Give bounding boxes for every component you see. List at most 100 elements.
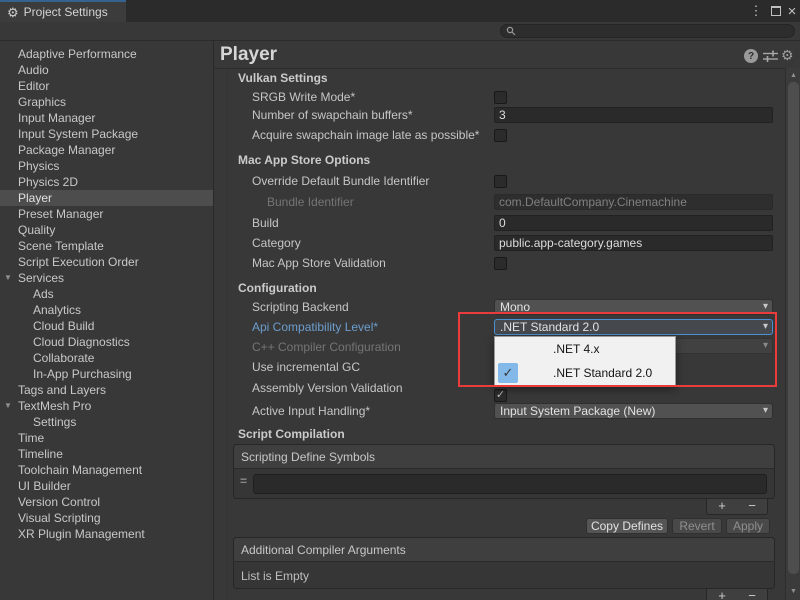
api-compatibility-label: Api Compatibility Level* [252, 319, 378, 335]
sidebar-item-collaborate[interactable]: Collaborate [0, 350, 213, 366]
content-divider [227, 69, 228, 600]
add-define-button[interactable]: + [707, 499, 737, 514]
item-label: Tags and Layers [18, 383, 106, 397]
sidebar-item-physics-2d[interactable]: Physics 2D [0, 174, 213, 190]
sidebar-item-tags-and-layers[interactable]: Tags and Layers [0, 382, 213, 398]
scrollbar-thumb[interactable] [788, 82, 799, 574]
cpp-compiler-label: C++ Compiler Configuration [252, 339, 401, 355]
sidebar-item-in-app-purchasing[interactable]: In-App Purchasing [0, 366, 213, 382]
swapchain-buffers-field[interactable]: 3 [494, 107, 773, 123]
active-input-handling-value: Input System Package (New) [500, 404, 655, 418]
swapchain-buffers-label: Number of swapchain buffers* [252, 107, 413, 123]
api-compatibility-dropdown[interactable]: .NET Standard 2.0 ▾ [494, 319, 773, 335]
sidebar-item-time[interactable]: Time [0, 430, 213, 446]
popup-option-net-standard-20[interactable]: ✓ .NET Standard 2.0 [495, 361, 675, 385]
window-maximize-button[interactable] [768, 0, 784, 22]
sidebar-item-timeline[interactable]: Timeline [0, 446, 213, 462]
apply-button[interactable]: Apply [726, 518, 770, 534]
active-input-handling-dropdown[interactable]: Input System Package (New) ▾ [494, 403, 773, 419]
assembly-version-validation-checkbox[interactable]: ✓ [494, 389, 507, 402]
mac-app-store-header: Mac App Store Options [238, 152, 370, 168]
sidebar-item-graphics[interactable]: Graphics [0, 94, 213, 110]
item-label: Analytics [33, 303, 81, 317]
override-bundle-identifier-checkbox[interactable] [494, 175, 507, 188]
scripting-backend-dropdown[interactable]: Mono ▾ [494, 299, 773, 315]
sidebar-item-script-execution-order[interactable]: Script Execution Order [0, 254, 213, 270]
item-label: XR Plugin Management [18, 527, 145, 541]
additional-arguments-footer: + − [706, 589, 768, 600]
search-box[interactable] [500, 24, 795, 38]
scroll-up-button[interactable]: ▲ [786, 70, 800, 82]
build-field[interactable]: 0 [494, 215, 773, 231]
sidebar-item-editor[interactable]: Editor [0, 78, 213, 94]
define-symbols-title: Scripting Define Symbols [234, 445, 774, 469]
drag-handle-icon[interactable]: = [240, 474, 247, 488]
scrollbar[interactable]: ▲ ▼ [785, 68, 800, 600]
settings-search-input[interactable] [519, 25, 779, 37]
copy-defines-button[interactable]: Copy Defines [586, 518, 668, 534]
preset-sliders-icon [763, 50, 778, 62]
scripting-backend-value: Mono [500, 300, 530, 314]
item-label: Settings [33, 415, 76, 429]
remove-argument-button[interactable]: − [737, 589, 767, 600]
popup-option-net-4x[interactable]: .NET 4.x [495, 337, 675, 361]
sidebar-item-physics[interactable]: Physics [0, 158, 213, 174]
sidebar-item-audio[interactable]: Audio [0, 62, 213, 78]
additional-arguments-title: Additional Compiler Arguments [234, 538, 774, 562]
sidebar-item-scene-template[interactable]: Scene Template [0, 238, 213, 254]
title-bar: ⚙ Project Settings ⋮ × [0, 0, 800, 22]
sidebar-item-quality[interactable]: Quality [0, 222, 213, 238]
incremental-gc-label: Use incremental GC [252, 359, 360, 375]
additional-compiler-arguments-box: Additional Compiler Arguments List is Em… [233, 537, 775, 589]
active-input-handling-label: Active Input Handling* [252, 403, 370, 419]
sidebar-item-version-control[interactable]: Version Control [0, 494, 213, 510]
sidebar-item-adaptive-performance[interactable]: Adaptive Performance [0, 46, 213, 62]
sidebar-item-ads[interactable]: Ads [0, 286, 213, 302]
sidebar-item-analytics[interactable]: Analytics [0, 302, 213, 318]
settings-category-list: Adaptive Performance Audio Editor Graphi… [0, 41, 214, 600]
add-argument-button[interactable]: + [707, 589, 737, 600]
search-icon [506, 26, 516, 36]
sidebar-item-input-manager[interactable]: Input Manager [0, 110, 213, 126]
sidebar-item-cloud-build[interactable]: Cloud Build [0, 318, 213, 334]
sidebar-item-package-manager[interactable]: Package Manager [0, 142, 213, 158]
sidebar-item-textmesh-pro[interactable]: ▼ TextMesh Pro [0, 398, 213, 414]
configuration-header: Configuration [238, 280, 317, 296]
sidebar-item-tmp-settings[interactable]: Settings [0, 414, 213, 430]
sidebar-item-preset-manager[interactable]: Preset Manager [0, 206, 213, 222]
sidebar-item-input-system-package[interactable]: Input System Package [0, 126, 213, 142]
srgb-write-mode-label: SRGB Write Mode* [252, 89, 355, 105]
srgb-write-mode-checkbox[interactable] [494, 91, 507, 104]
item-label: Physics 2D [18, 175, 78, 189]
preset-icon[interactable] [763, 50, 778, 62]
window-menu-button[interactable]: ⋮ [748, 0, 764, 22]
panel-gear-icon[interactable]: ⚙ [781, 47, 794, 64]
sidebar-item-xr-plugin-management[interactable]: XR Plugin Management [0, 526, 213, 542]
acquire-swapchain-checkbox[interactable] [494, 129, 507, 142]
sidebar-item-ui-builder[interactable]: UI Builder [0, 478, 213, 494]
revert-button[interactable]: Revert [672, 518, 722, 534]
sidebar-item-services[interactable]: ▼Services [0, 270, 213, 286]
sidebar-item-visual-scripting[interactable]: Visual Scripting [0, 510, 213, 526]
foldout-expanded-icon[interactable]: ▼ [4, 398, 12, 414]
assembly-version-validation-label: Assembly Version Validation [252, 380, 403, 396]
project-settings-window: ⚙ Project Settings ⋮ × Adaptive Performa… [0, 0, 800, 600]
maximize-icon [771, 6, 781, 16]
define-symbols-field[interactable] [253, 474, 767, 494]
window-close-button[interactable]: × [784, 0, 800, 22]
item-label: Adaptive Performance [18, 47, 137, 61]
item-label: Cloud Diagnostics [33, 335, 130, 349]
remove-define-button[interactable]: − [737, 499, 767, 514]
scripting-backend-label: Scripting Backend [252, 299, 349, 315]
scroll-down-button[interactable]: ▼ [786, 586, 800, 598]
project-settings-tab[interactable]: ⚙ Project Settings [0, 0, 126, 22]
mac-app-store-validation-checkbox[interactable] [494, 257, 507, 270]
help-icon[interactable]: ? [744, 49, 758, 63]
item-label: TextMesh Pro [18, 399, 91, 413]
sidebar-item-cloud-diagnostics[interactable]: Cloud Diagnostics [0, 334, 213, 350]
category-field[interactable]: public.app-category.games [494, 235, 773, 251]
sidebar-item-toolchain-management[interactable]: Toolchain Management [0, 462, 213, 478]
foldout-expanded-icon[interactable]: ▼ [4, 270, 12, 286]
item-label: Collaborate [33, 351, 94, 365]
sidebar-item-player[interactable]: Player [0, 190, 213, 206]
